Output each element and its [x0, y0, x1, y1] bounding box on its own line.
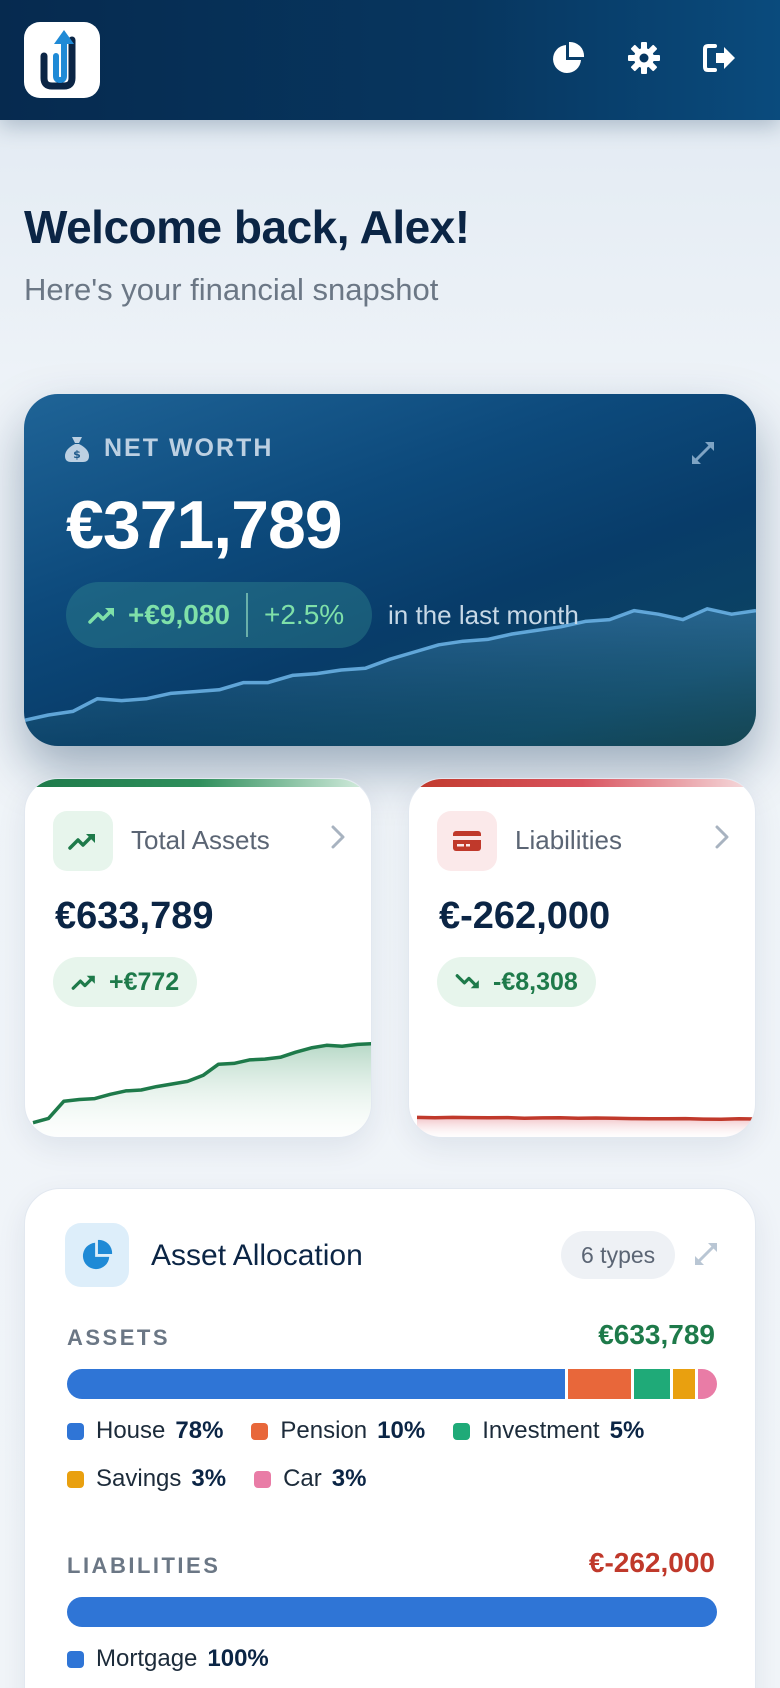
legend-swatch	[251, 1422, 269, 1440]
total-assets-change: +€772	[109, 967, 180, 996]
card-accent-bar	[409, 779, 755, 787]
assets-legend-item-house: House 78%	[67, 1417, 223, 1445]
legend-percent: 5%	[609, 1417, 645, 1444]
liabilities-bar-segment-mortgage	[67, 1597, 717, 1627]
assets-legend-item-pension: Pension 10%	[251, 1417, 425, 1445]
expand-icon[interactable]	[693, 1241, 719, 1272]
assets-bar-segment-house	[67, 1369, 568, 1399]
legend-percent: 3%	[331, 1465, 367, 1492]
net-worth-change-amount: +€9,080	[128, 599, 230, 630]
legend-swatch	[67, 1650, 84, 1668]
liabilities-legend-item-mortgage: Mortgage 100%	[67, 1645, 269, 1673]
net-worth-label: NET WORTH	[104, 434, 274, 462]
expand-icon[interactable]	[690, 440, 716, 471]
assets-legend-item-car: Car 3%	[254, 1465, 366, 1493]
total-assets-card[interactable]: Total Assets €633,789 +€772	[24, 778, 372, 1138]
app-header	[0, 0, 780, 120]
total-assets-sparkline	[32, 1041, 371, 1137]
assets-bar-segment-car	[697, 1369, 717, 1399]
liabilities-value: €-262,000	[439, 895, 611, 937]
liabilities-title: Liabilities	[515, 825, 622, 855]
liabilities-section-label: LIABILITIES	[67, 1553, 221, 1578]
trend-down-icon	[455, 974, 479, 989]
assets-bar-segment-pension	[567, 1369, 635, 1399]
legend-swatch	[453, 1422, 471, 1440]
assets-legend: House 78% Pension 10% Investment 5% Savings 3% C…	[67, 1417, 727, 1493]
paperclip-arrow-logo-icon	[40, 30, 76, 90]
sparkline-area	[33, 1043, 371, 1137]
net-worth-value: €371,789	[66, 487, 343, 563]
assets-legend-item-investment: Investment 5%	[453, 1417, 644, 1445]
money-bag-icon: $	[65, 436, 89, 462]
chevron-right-icon[interactable]	[331, 825, 345, 854]
card-accent-bar	[25, 779, 371, 787]
divider	[246, 593, 248, 637]
legend-label: Savings	[96, 1465, 182, 1492]
legend-percent: 78%	[175, 1417, 224, 1444]
net-worth-label-row: $ NET WORTH	[64, 434, 273, 463]
legend-percent: 100%	[207, 1645, 269, 1672]
legend-swatch	[67, 1470, 84, 1488]
asset-allocation-title: Asset Allocation	[151, 1239, 363, 1272]
types-badge: 6 types	[561, 1231, 676, 1279]
sign-out-icon[interactable]	[700, 38, 740, 78]
trend-up-icon	[53, 811, 113, 871]
total-assets-title: Total Assets	[131, 825, 270, 855]
pie-chart-icon	[65, 1223, 129, 1287]
app-logo[interactable]	[24, 22, 100, 98]
liabilities-allocation-bar	[67, 1597, 717, 1627]
liabilities-change: -€8,308	[493, 967, 578, 996]
legend-label: Car	[283, 1465, 322, 1492]
liabilities-change-chip: -€8,308	[437, 957, 596, 1007]
pie-chart-icon[interactable]	[548, 38, 588, 78]
total-assets-change-chip: +€772	[53, 957, 198, 1007]
liabilities-card[interactable]: Liabilities €-262,000 -€8,308	[408, 778, 756, 1138]
trend-up-icon	[88, 608, 114, 624]
assets-allocation-bar	[67, 1369, 717, 1399]
chevron-right-icon[interactable]	[715, 825, 729, 854]
liabilities-legend: Mortgage 100%	[67, 1645, 727, 1673]
gear-icon[interactable]	[624, 38, 664, 78]
assets-bar-segment-savings	[672, 1369, 698, 1399]
sparkline-line	[416, 1115, 755, 1122]
net-worth-period: in the last month	[388, 600, 579, 630]
legend-swatch	[254, 1470, 272, 1488]
welcome-subtitle: Here's your financial snapshot	[24, 272, 439, 307]
asset-allocation-card: Asset Allocation 6 types ASSETS €633,789…	[24, 1188, 756, 1688]
assets-section-total: €633,789	[598, 1319, 715, 1350]
trend-up-icon	[71, 975, 95, 990]
liabilities-sparkline	[416, 1115, 755, 1137]
legend-label: House	[96, 1417, 166, 1444]
assets-bar-segment-investment	[634, 1369, 673, 1399]
liabilities-section-total: €-262,000	[588, 1547, 715, 1578]
legend-label: Pension	[280, 1417, 368, 1444]
legend-label: Investment	[482, 1417, 600, 1444]
net-worth-change-pill: +€9,080 +2.5%	[66, 582, 372, 648]
assets-legend-item-savings: Savings 3%	[67, 1465, 226, 1493]
credit-card-icon	[437, 811, 497, 871]
net-worth-card[interactable]: $ NET WORTH €371,789 +€9,080 +2.5% in th…	[24, 394, 756, 746]
legend-label: Mortgage	[96, 1645, 198, 1672]
legend-percent: 3%	[191, 1465, 227, 1492]
svg-text:$: $	[73, 448, 81, 461]
welcome-title: Welcome back, Alex!	[24, 201, 470, 253]
total-assets-value: €633,789	[55, 895, 214, 937]
legend-swatch	[67, 1422, 84, 1440]
legend-percent: 10%	[377, 1417, 426, 1444]
assets-section-label: ASSETS	[67, 1325, 171, 1350]
net-worth-change-percent: +2.5%	[264, 599, 345, 630]
